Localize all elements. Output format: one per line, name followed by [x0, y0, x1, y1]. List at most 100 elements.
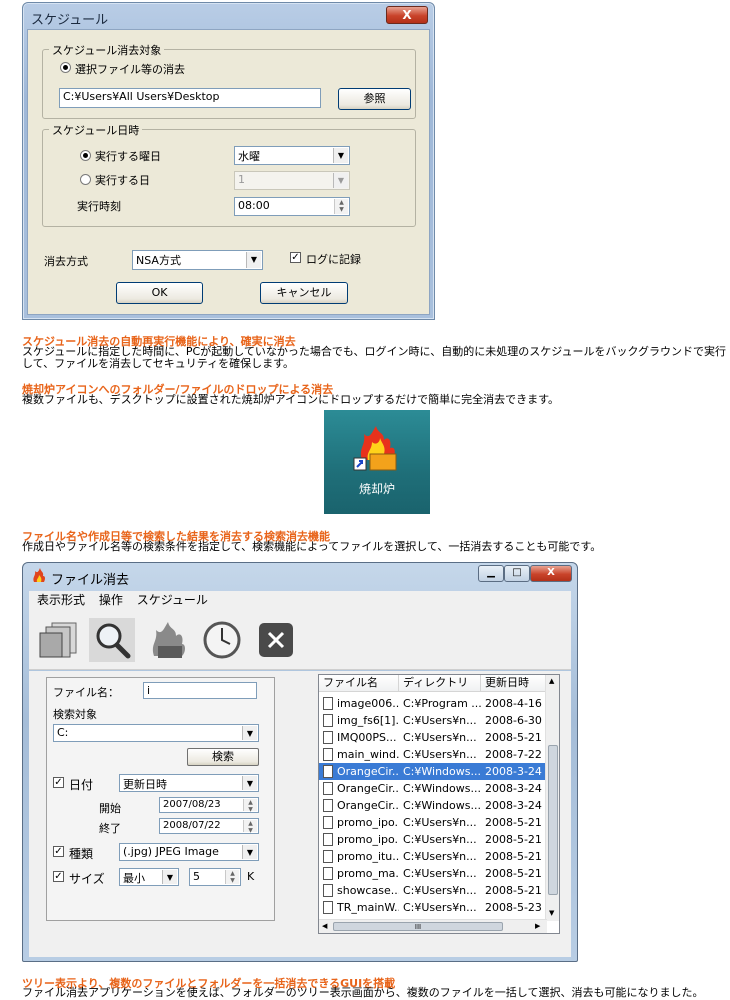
desktop-thumbnail: 焼却炉: [324, 410, 430, 514]
scroll-thumb[interactable]: [548, 745, 558, 895]
column-filename[interactable]: ファイル名: [319, 675, 399, 691]
browse-button[interactable]: 参照: [338, 88, 411, 110]
section4-line1: ファイル消去アプリケーションを使えば、フォルダーのツリー表示画面から、複数のファ…: [22, 986, 704, 999]
file-icon: [323, 765, 333, 778]
column-modified[interactable]: 更新日時: [481, 675, 547, 691]
window-client: ファイル名： i 検索対象 C: ▼ 検索 ✓ 日付 更新日時 ▼ 開始 200…: [29, 671, 571, 957]
datetime-group-label: スケジュール日時: [49, 122, 143, 138]
clock-icon[interactable]: [199, 618, 245, 662]
row-modified: 2008-3-24: [485, 799, 542, 812]
day-select[interactable]: 1 ▼: [234, 171, 350, 190]
table-row[interactable]: OrangeCir... C:¥Windows... 2008-3-24: [319, 763, 547, 780]
table-row[interactable]: promo_ipo... C:¥Users¥n... 2008-5-21: [319, 814, 547, 831]
minimize-button[interactable]: ▁: [478, 565, 504, 582]
start-date-value: 2007/08/23: [163, 799, 221, 810]
row-modified: 2008-3-24: [485, 782, 542, 795]
column-directory[interactable]: ディレクトリ: [399, 675, 481, 691]
flame-icon[interactable]: [145, 618, 191, 662]
hscroll-thumb[interactable]: III: [333, 922, 503, 931]
window-close-button[interactable]: X: [530, 565, 572, 582]
weekday-radio[interactable]: [80, 150, 91, 161]
maximize-button[interactable]: □: [504, 565, 530, 582]
size-input[interactable]: 5 ▲ ▼: [189, 868, 241, 886]
dialog-client: スケジュール消去対象 選択ファイル等の消去 C:¥Users¥All Users…: [27, 29, 430, 315]
method-select[interactable]: NSA方式 ▼: [132, 250, 263, 270]
table-row[interactable]: image006... C:¥Program ... 2008-4-16: [319, 695, 547, 712]
search-icon[interactable]: [89, 618, 135, 662]
table-row[interactable]: promo_ma... C:¥Users¥n... 2008-5-21: [319, 865, 547, 882]
folders-icon[interactable]: [35, 618, 81, 662]
size-spinner[interactable]: ▲ ▼: [225, 870, 239, 884]
end-date-spinner[interactable]: ▲ ▼: [243, 820, 257, 833]
target-group: スケジュール消去対象 選択ファイル等の消去 C:¥Users¥All Users…: [42, 42, 416, 119]
row-filename: IMQ00PS...: [337, 731, 397, 744]
date-label: 日付: [69, 778, 94, 792]
row-filename: showcase...: [337, 884, 399, 897]
day-radio[interactable]: [80, 174, 91, 185]
date-type-select[interactable]: 更新日時 ▼: [119, 774, 259, 792]
date-checkbox[interactable]: ✓: [53, 777, 64, 788]
scroll-left-arrow[interactable]: ◀: [322, 922, 327, 930]
row-directory: C:¥Windows...: [403, 765, 481, 778]
table-row[interactable]: img_fs6[1]... C:¥Users¥n... 2008-6-30: [319, 712, 547, 729]
file-icon: [323, 799, 333, 812]
size-label: サイズ: [69, 872, 105, 886]
menu-schedule[interactable]: スケジュール: [137, 593, 208, 607]
target-select[interactable]: C: ▼: [53, 724, 259, 742]
day-radio-label: 実行する日: [95, 174, 150, 187]
file-icon: [323, 901, 333, 914]
row-filename: OrangeCir...: [337, 799, 399, 812]
table-row[interactable]: TR_mainW... C:¥Users¥n... 2008-5-23: [319, 899, 547, 916]
chevron-down-icon: ▼: [246, 252, 261, 268]
date-type-value: 更新日時: [123, 778, 167, 791]
kind-select[interactable]: (.jpg) JPEG Image ▼: [119, 843, 259, 861]
row-modified: 2008-5-21: [485, 867, 542, 880]
size-mode-select[interactable]: 最小 ▼: [119, 868, 179, 886]
table-row[interactable]: promo_itu... C:¥Users¥n... 2008-5-21: [319, 848, 547, 865]
incinerator-shortcut-icon[interactable]: [352, 424, 402, 476]
file-list[interactable]: ファイル名 ディレクトリ 更新日時 image006... C:¥Program …: [318, 674, 560, 934]
cancel-button[interactable]: キャンセル: [260, 282, 348, 304]
horizontal-scrollbar[interactable]: ◀ III ▶: [319, 919, 547, 933]
start-label: 開始: [99, 802, 121, 815]
dialog-close-button[interactable]: X: [386, 6, 428, 24]
file-erase-window: ファイル消去 ▁ □ X 表示形式 操作 スケジュール ファイル名： i 検索対…: [22, 562, 578, 962]
time-spinner[interactable]: ▲ ▼: [334, 199, 348, 214]
table-row[interactable]: showcase... C:¥Users¥n... 2008-5-21: [319, 882, 547, 899]
scroll-up-arrow[interactable]: ▲: [549, 677, 554, 685]
menu-bar: 表示形式 操作 スケジュール: [29, 591, 571, 610]
end-date-input[interactable]: 2008/07/22 ▲ ▼: [159, 818, 259, 834]
search-button[interactable]: 検索: [187, 748, 259, 766]
file-icon: [323, 867, 333, 880]
row-modified: 2008-5-21: [485, 850, 542, 863]
time-input[interactable]: 08:00 ▲ ▼: [234, 197, 350, 216]
table-row[interactable]: IMQ00PS... C:¥Users¥n... 2008-5-21: [319, 729, 547, 746]
weekday-select[interactable]: 水曜 ▼: [234, 146, 350, 165]
table-row[interactable]: OrangeCir... C:¥Windows... 2008-3-24: [319, 797, 547, 814]
log-checkbox[interactable]: ✓: [290, 252, 301, 263]
time-input-value: 08:00: [238, 199, 270, 212]
scroll-down-arrow[interactable]: ▼: [549, 909, 554, 917]
chevron-down-icon: ▼: [242, 726, 257, 740]
table-row[interactable]: promo_ipo... C:¥Users¥n... 2008-5-21: [319, 831, 547, 848]
start-date-input[interactable]: 2007/08/23 ▲ ▼: [159, 797, 259, 813]
size-checkbox[interactable]: ✓: [53, 871, 64, 882]
kind-checkbox[interactable]: ✓: [53, 846, 64, 857]
close-icon[interactable]: [253, 618, 299, 662]
ok-button[interactable]: OK: [116, 282, 203, 304]
scroll-right-arrow[interactable]: ▶: [535, 922, 540, 930]
table-row[interactable]: main_wind... C:¥Users¥n... 2008-7-22: [319, 746, 547, 763]
kind-select-value: (.jpg) JPEG Image: [123, 845, 219, 858]
row-modified: 2008-4-16: [485, 697, 542, 710]
vertical-scrollbar[interactable]: ▲ ▼: [545, 675, 559, 921]
table-row[interactable]: OrangeCir... C:¥Windows... 2008-3-24: [319, 780, 547, 797]
filename-input[interactable]: i: [143, 682, 257, 699]
erase-selected-radio[interactable]: [60, 62, 71, 73]
start-date-spinner[interactable]: ▲ ▼: [243, 799, 257, 812]
menu-view[interactable]: 表示形式: [37, 593, 85, 607]
row-modified: 2008-6-30: [485, 714, 542, 727]
row-directory: C:¥Users¥n...: [403, 850, 477, 863]
target-path-input[interactable]: C:¥Users¥All Users¥Desktop: [59, 88, 321, 108]
chevron-down-icon: ▼: [162, 870, 177, 884]
menu-operation[interactable]: 操作: [99, 593, 123, 607]
